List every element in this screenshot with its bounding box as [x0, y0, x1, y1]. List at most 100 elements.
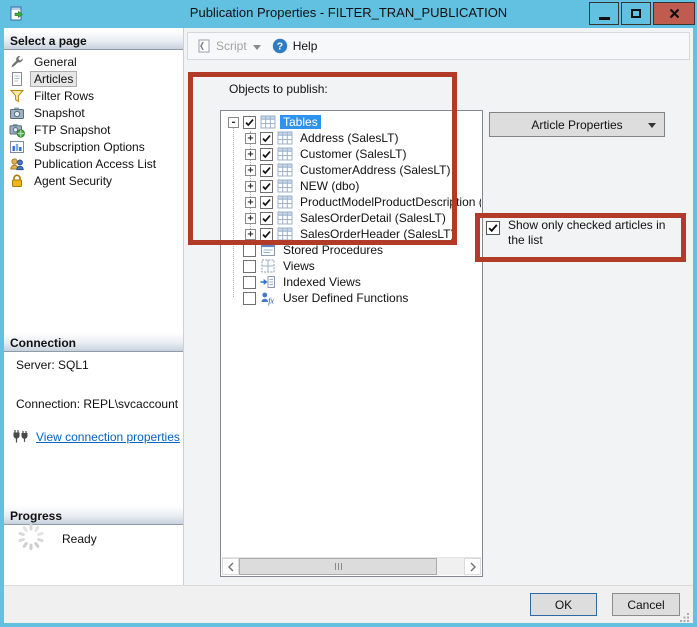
show-checked-articles-checkbox[interactable] [486, 221, 500, 235]
tree-checkbox[interactable] [243, 292, 256, 305]
table-icon [277, 162, 293, 178]
script-dropdown-icon[interactable] [253, 45, 261, 50]
script-label: Script [216, 39, 247, 53]
sidebar-item-label: Filter Rows [30, 88, 98, 104]
sidebar-item-publication-access-list[interactable]: Publication Access List [9, 155, 181, 172]
tree-row[interactable]: + SalesOrderDetail (SalesLT) [222, 210, 481, 226]
tree-row[interactable]: + ProductModelProductDescription (SalesLT… [222, 194, 481, 210]
tree-checkbox[interactable] [243, 260, 256, 273]
tree-label[interactable]: ProductModelProductDescription (SalesLT) [297, 195, 481, 209]
sidebar-item-articles[interactable]: Articles [9, 70, 181, 87]
objects-to-publish-label: Objects to publish: [229, 82, 328, 96]
maximize-button[interactable] [621, 2, 651, 25]
sidebar-item-general[interactable]: General [9, 53, 181, 70]
tree-row[interactable]: Indexed Views [222, 274, 481, 290]
tree-label[interactable]: Address (SalesLT) [297, 131, 401, 145]
minimize-button[interactable] [589, 2, 619, 25]
sidebar-item-subscription-options[interactable]: Subscription Options [9, 138, 181, 155]
connection-header: Connection [4, 332, 183, 352]
tree-row[interactable]: + Customer (SalesLT) [222, 146, 481, 162]
cancel-button[interactable]: Cancel [612, 593, 680, 616]
tree-label[interactable]: SalesOrderHeader (SalesLT) [297, 227, 458, 241]
tree-row[interactable]: + SalesOrderHeader (SalesLT) [222, 226, 481, 242]
maximize-icon [631, 9, 641, 18]
tree-row[interactable]: - Tables [222, 114, 481, 130]
script-button[interactable]: Script [196, 38, 267, 54]
tree-checkbox[interactable] [243, 116, 256, 129]
sidebar-item-label: Publication Access List [30, 156, 160, 172]
tree-checkbox[interactable] [260, 148, 273, 161]
scroll-left-button[interactable] [222, 558, 239, 575]
tree-label[interactable]: Stored Procedures [280, 243, 386, 257]
tree-checkbox[interactable] [260, 228, 273, 241]
check-icon [261, 149, 272, 160]
help-icon: ? [272, 38, 288, 54]
tree-label[interactable]: CustomerAddress (SalesLT) [297, 163, 454, 177]
tree-checkbox[interactable] [260, 132, 273, 145]
chevron-right-icon [469, 562, 477, 572]
stored-procedures-icon [260, 242, 276, 258]
scrollbar-track[interactable] [239, 558, 464, 575]
view-connection-properties-link[interactable]: View connection properties [36, 430, 180, 444]
check-icon [261, 181, 272, 192]
expand-icon[interactable]: + [245, 213, 256, 224]
help-button[interactable]: ? Help [272, 38, 318, 54]
tree-checkbox[interactable] [260, 164, 273, 177]
expand-icon[interactable]: + [245, 181, 256, 192]
article-properties-button[interactable]: Article Properties [489, 112, 665, 137]
show-checked-articles-label[interactable]: Show only checked articles in the list [508, 218, 668, 248]
filter-icon [9, 88, 25, 104]
resize-grip[interactable] [680, 610, 690, 620]
table-icon [277, 178, 293, 194]
table-icon [277, 226, 293, 242]
tree-label[interactable]: SalesOrderDetail (SalesLT) [297, 211, 449, 225]
collapse-icon[interactable]: - [228, 117, 239, 128]
tree-row[interactable]: + CustomerAddress (SalesLT) [222, 162, 481, 178]
sidebar-item-agent-security[interactable]: Agent Security [9, 172, 181, 189]
expand-icon[interactable]: + [245, 197, 256, 208]
tree-checkbox[interactable] [243, 276, 256, 289]
tree-checkbox[interactable] [260, 180, 273, 193]
document-icon [9, 71, 25, 87]
tree-label[interactable]: Tables [280, 115, 321, 129]
page-list: GeneralArticlesFilter RowsSnapshotFTP Sn… [9, 53, 181, 189]
expand-icon[interactable]: + [245, 229, 256, 240]
tree-row[interactable]: Stored Procedures [222, 242, 481, 258]
indexed-views-icon [260, 274, 276, 290]
sidebar-item-filter-rows[interactable]: Filter Rows [9, 87, 181, 104]
expand-icon[interactable]: + [245, 133, 256, 144]
check-icon [261, 229, 272, 240]
tree-row[interactable]: fx User Defined Functions [222, 290, 481, 306]
check-icon [244, 117, 255, 128]
minimize-icon [599, 17, 610, 20]
tree-label[interactable]: Customer (SalesLT) [297, 147, 409, 161]
tree-row[interactable]: + Address (SalesLT) [222, 130, 481, 146]
close-icon [669, 8, 680, 19]
tree-checkbox[interactable] [243, 244, 256, 257]
svg-text:?: ? [276, 41, 282, 53]
tree-checkbox[interactable] [260, 212, 273, 225]
expand-icon[interactable]: + [245, 149, 256, 160]
sidebar-item-snapshot[interactable]: Snapshot [9, 104, 181, 121]
tree-row[interactable]: Views [222, 258, 481, 274]
close-button[interactable] [653, 2, 695, 25]
tree-label[interactable]: Views [280, 259, 318, 273]
check-icon [487, 222, 499, 234]
script-icon [196, 38, 212, 54]
dialog-body: Select a page GeneralArticlesFilter Rows… [4, 28, 693, 623]
scroll-right-button[interactable] [464, 558, 481, 575]
tree-label[interactable]: NEW (dbo) [297, 179, 362, 193]
sidebar-item-ftp-snapshot[interactable]: FTP Snapshot [9, 121, 181, 138]
tree-label[interactable]: Indexed Views [280, 275, 364, 289]
expand-icon[interactable]: + [245, 165, 256, 176]
sidebar-item-label: Articles [30, 71, 77, 87]
tree-label[interactable]: User Defined Functions [280, 291, 411, 305]
scrollbar-thumb[interactable] [239, 558, 437, 575]
tree-row[interactable]: + NEW (dbo) [222, 178, 481, 194]
tree-checkbox[interactable] [260, 196, 273, 209]
user-defined-functions-icon: fx [260, 290, 276, 306]
ok-button[interactable]: OK [530, 593, 597, 616]
sidebar: Select a page GeneralArticlesFilter Rows… [4, 28, 184, 585]
objects-tree: - Tables + Address (SalesLT) + Customer (Sale… [220, 110, 483, 577]
toolbar: Script ? Help [187, 32, 690, 60]
